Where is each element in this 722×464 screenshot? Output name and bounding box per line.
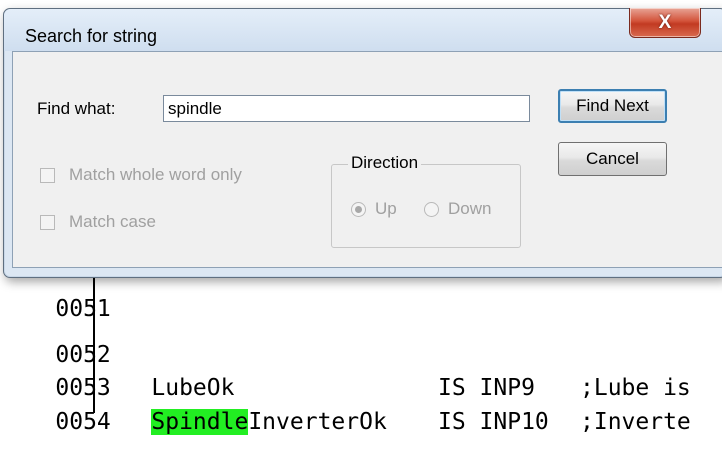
close-icon: X xyxy=(658,11,672,33)
code-comment: ;Lube is xyxy=(580,375,691,401)
line-number: 0054 xyxy=(55,409,111,435)
close-button[interactable]: X xyxy=(629,8,701,38)
code-keyword: IS INP10 xyxy=(438,409,549,435)
code-keyword: IS INP9 xyxy=(438,375,549,401)
match-whole-word-label: Match whole word only xyxy=(69,165,242,184)
match-case-checkbox[interactable] xyxy=(40,215,55,230)
direction-up-label: Up xyxy=(375,199,397,218)
find-what-input[interactable] xyxy=(163,95,530,122)
dialog-client-area: Find what: Find Next Cancel Match whole … xyxy=(12,51,722,268)
match-case-label: Match case xyxy=(69,212,156,231)
cancel-button[interactable]: Cancel xyxy=(558,142,667,176)
dialog-title: Search for string xyxy=(25,26,158,46)
direction-up-radio[interactable] xyxy=(351,202,366,217)
dialog-titlebar[interactable]: Search for string X xyxy=(4,8,722,51)
code-comment: ;Inverte xyxy=(580,409,691,435)
find-what-label: Find what: xyxy=(37,99,116,118)
direction-label: Direction xyxy=(348,153,422,173)
direction-down-radio[interactable] xyxy=(424,202,439,217)
code-line[interactable]: 0053 LubeOk IS INP9 ;Lube is xyxy=(0,346,690,401)
match-whole-word-checkbox[interactable] xyxy=(40,168,55,183)
find-next-button[interactable]: Find Next xyxy=(558,89,667,123)
search-dialog: Search for string X Find what: Find Next… xyxy=(3,8,722,278)
direction-down-label: Down xyxy=(448,199,492,218)
code-line[interactable]: 0054 SpindleInverterOk IS INP10 ;Inverte xyxy=(0,380,691,435)
code-line[interactable]: 0052 xyxy=(0,313,151,368)
